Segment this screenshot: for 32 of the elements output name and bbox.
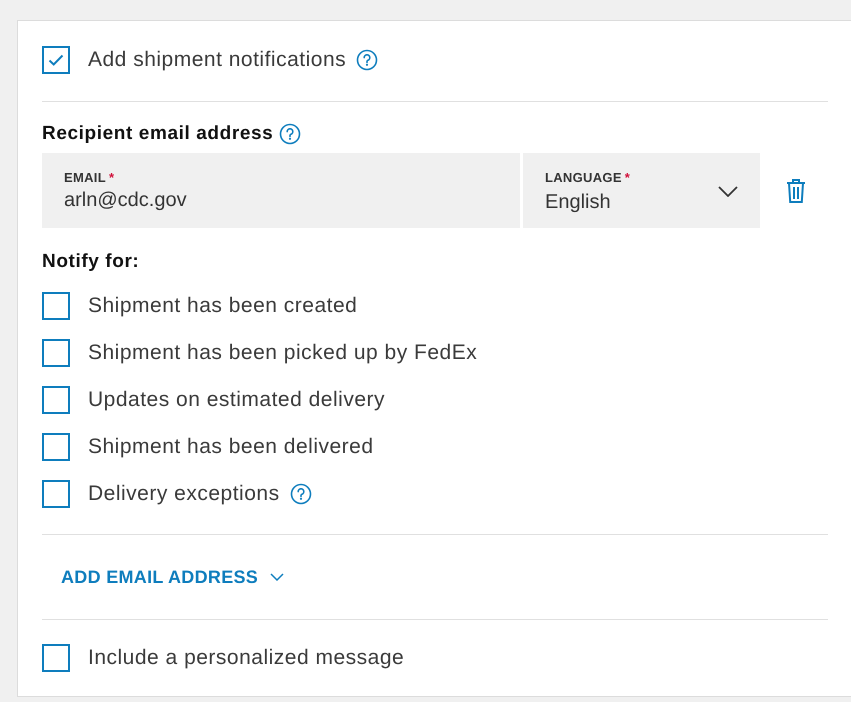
help-icon[interactable] bbox=[279, 123, 302, 145]
language-dropdown[interactable]: LANGUAGE * English bbox=[523, 153, 760, 228]
checkbox-label: Updates on estimated delivery bbox=[88, 388, 385, 412]
add-email-link[interactable]: ADD EMAIL ADDRESS bbox=[61, 566, 284, 588]
required-mark: * bbox=[108, 170, 114, 185]
checkbox[interactable] bbox=[42, 292, 70, 320]
field-value: arln@cdc.gov bbox=[64, 189, 188, 212]
checkbox-label: Include a personalized message bbox=[88, 646, 404, 670]
trash-icon[interactable] bbox=[786, 178, 806, 204]
checkmark-icon bbox=[48, 54, 64, 66]
checkbox-label: Shipment has been delivered bbox=[88, 435, 374, 459]
checkbox-label: Shipment has been created bbox=[88, 294, 358, 318]
help-icon[interactable] bbox=[290, 483, 312, 505]
checkbox-label: Shipment has been picked up by FedEx bbox=[88, 341, 478, 365]
required-mark: * bbox=[624, 170, 630, 185]
email-field[interactable]: EMAIL * arln@cdc.gov bbox=[42, 153, 520, 228]
section-heading: Recipient email address bbox=[42, 123, 274, 145]
field-label: EMAIL * bbox=[64, 170, 116, 185]
chevron-down-icon bbox=[270, 573, 284, 581]
field-value: English bbox=[545, 191, 612, 214]
checkbox[interactable] bbox=[42, 433, 70, 461]
chevron-down-icon bbox=[718, 186, 738, 197]
help-icon[interactable] bbox=[356, 49, 378, 71]
section-heading: Notify for: bbox=[42, 251, 140, 273]
checkbox[interactable] bbox=[42, 386, 70, 414]
checkbox[interactable] bbox=[42, 480, 70, 508]
checkbox[interactable] bbox=[42, 339, 70, 367]
checkbox[interactable] bbox=[42, 46, 70, 74]
checkbox-label: Delivery exceptions bbox=[88, 482, 280, 506]
field-label: LANGUAGE * bbox=[545, 170, 630, 185]
checkbox[interactable] bbox=[42, 644, 70, 672]
checkbox-label: Add shipment notifications bbox=[88, 48, 346, 72]
